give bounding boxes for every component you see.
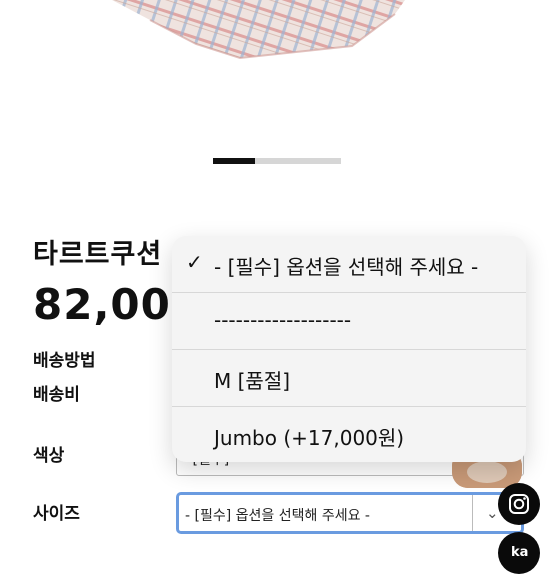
kakao-channel-button[interactable]: ka — [498, 532, 540, 574]
size-select[interactable]: - [필수] 옵션을 선택해 주세요 - ⌄ — [176, 492, 524, 534]
dropdown-option-m[interactable]: M [품절] — [172, 350, 526, 407]
size-label: 사이즈 — [33, 504, 80, 524]
size-options-dropdown[interactable]: ✓ - [필수] 옵션을 선택해 주세요 - -----------------… — [172, 236, 526, 462]
size-select-value: - [필수] 옵션을 선택해 주세요 - — [185, 508, 370, 524]
dropdown-option-separator[interactable]: ------------------- — [172, 293, 526, 350]
product-image — [0, 0, 555, 140]
plaid-cushion-image — [112, 0, 405, 60]
instagram-icon — [509, 494, 529, 514]
carousel-active-indicator — [213, 158, 256, 164]
dropdown-option-jumbo[interactable]: Jumbo (+17,000원) — [172, 407, 526, 462]
product-title: 타르트쿠션 — [33, 239, 163, 270]
shipping-method-label: 배송방법 — [33, 351, 96, 371]
dropdown-option-label: - [필수] 옵션을 선택해 주세요 - — [214, 255, 479, 279]
dropdown-option-label: Jumbo (+17,000원) — [214, 426, 405, 450]
dropdown-option-label: M [품절] — [214, 369, 291, 393]
instagram-button[interactable] — [498, 483, 540, 525]
shipping-fee-label: 배송비 — [33, 385, 80, 405]
color-label: 색상 — [33, 446, 65, 466]
dropdown-option-label: ------------------- — [214, 308, 352, 332]
kakao-icon: ka — [511, 545, 529, 560]
carousel-indicator — [213, 158, 341, 164]
dropdown-option-required[interactable]: ✓ - [필수] 옵션을 선택해 주세요 - — [172, 236, 526, 293]
checkmark-icon: ✓ — [186, 250, 203, 274]
chevron-down-icon: ⌄ — [486, 504, 499, 522]
